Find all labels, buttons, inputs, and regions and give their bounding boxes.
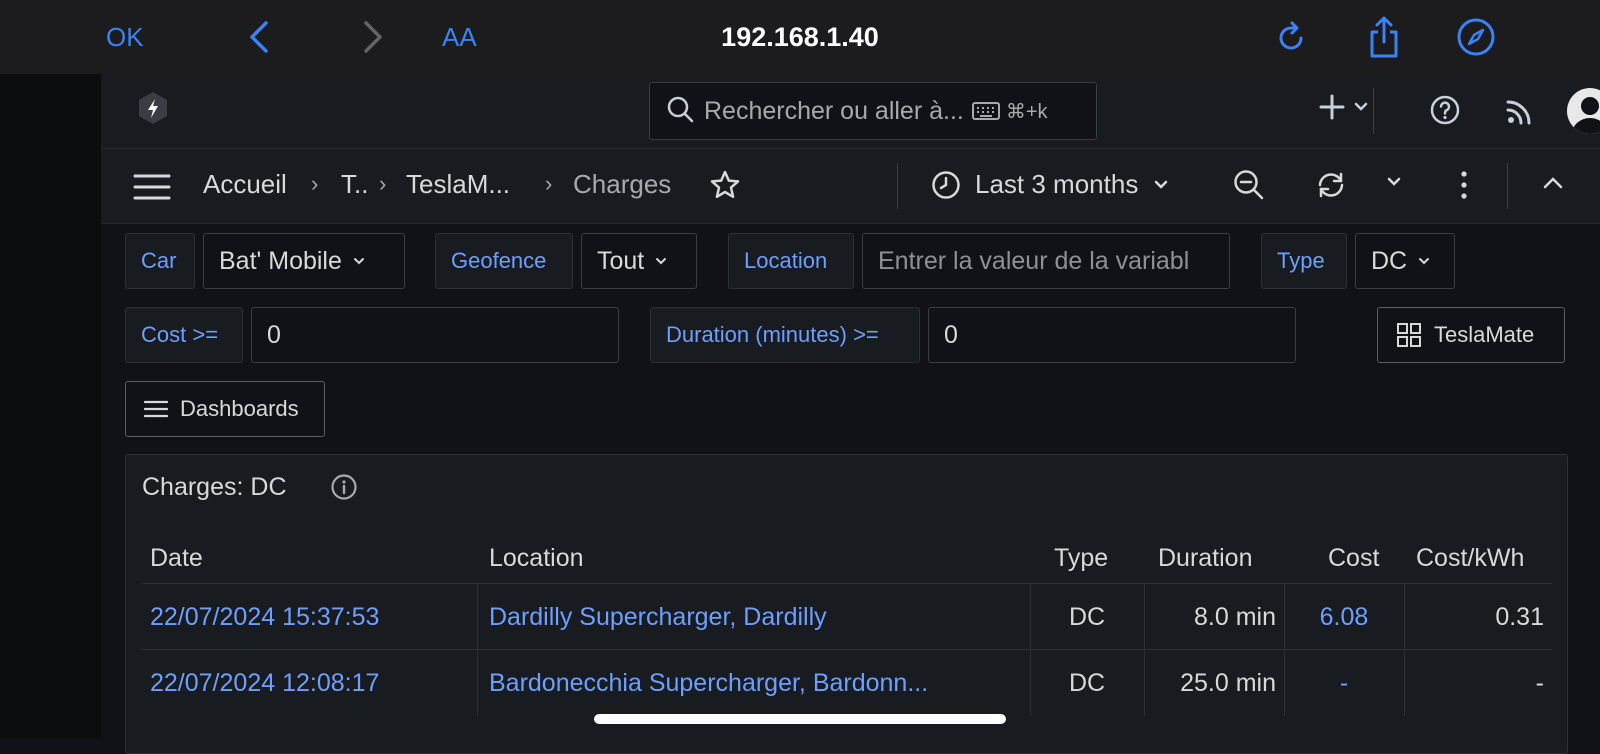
zoom-out-icon[interactable] <box>1233 169 1265 206</box>
divider <box>1507 163 1508 209</box>
type-select[interactable]: DC <box>1355 233 1455 289</box>
geofence-select[interactable]: Tout <box>581 233 697 289</box>
cell-divider <box>477 584 478 650</box>
breadcrumb-teslamate[interactable]: TeslaM... <box>406 169 510 200</box>
search-input[interactable]: Rechercher ou aller à... ⌘+k <box>649 82 1097 140</box>
dashboards-menu-label: Dashboards <box>180 396 299 421</box>
chevron-down-icon <box>656 258 667 265</box>
cost-input[interactable]: 0 <box>251 307 619 363</box>
chevron-up-icon[interactable] <box>1541 175 1565 196</box>
dashboard-navbar: Accueil › T.. › TeslaM... › Charges Last… <box>101 149 1600 224</box>
search-shortcut-text: ⌘+k <box>1005 100 1048 123</box>
compass-icon[interactable] <box>1456 14 1496 60</box>
variable-label-type: Type <box>1261 233 1347 289</box>
browser-toolbar: OK AA 192.168.1.40 <box>0 0 1600 74</box>
table-row: 22/07/2024 15:37:53 Dardilly Supercharge… <box>142 583 1552 650</box>
search-placeholder: Rechercher ou aller à... <box>704 96 964 125</box>
charge-duration: 8.0 min <box>1194 602 1276 631</box>
column-header-cost[interactable]: Cost <box>1328 533 1379 583</box>
share-icon[interactable] <box>1366 14 1402 60</box>
variable-label-car: Car <box>125 233 195 289</box>
url-field[interactable]: 192.168.1.40 <box>0 14 1600 60</box>
apps-grid-icon <box>1397 323 1421 347</box>
clock-icon <box>932 170 960 199</box>
column-header-location[interactable]: Location <box>489 533 584 583</box>
chevron-down-icon[interactable] <box>1385 175 1403 193</box>
breadcrumb-home[interactable]: Accueil <box>203 169 287 200</box>
chevron-down-icon <box>353 258 364 265</box>
car-select-value: Bat' Mobile <box>219 246 342 275</box>
charge-date-link[interactable]: 22/07/2024 15:37:53 <box>142 584 477 650</box>
time-range-picker[interactable]: Last 3 months <box>931 169 1170 200</box>
duration-input-value: 0 <box>944 320 958 349</box>
chevron-down-icon <box>1354 102 1368 111</box>
news-feed-icon[interactable] <box>1505 96 1535 131</box>
variable-label-location: Location <box>728 233 854 289</box>
type-select-value: DC <box>1371 246 1408 275</box>
chevron-down-icon <box>1419 258 1430 265</box>
breadcrumb-folder[interactable]: T.. <box>341 169 368 200</box>
search-icon <box>666 95 694 128</box>
teslamate-link-label: TeslaMate <box>1434 322 1535 347</box>
help-icon[interactable] <box>1429 94 1461 131</box>
left-gutter <box>0 74 101 738</box>
chevron-down-icon <box>1155 180 1168 189</box>
divider <box>1373 88 1374 134</box>
cost-input-value: 0 <box>267 320 281 349</box>
user-avatar[interactable] <box>1567 88 1600 134</box>
charge-cost-link[interactable]: 6.08 <box>1284 584 1404 650</box>
variable-label-duration: Duration (minutes) >= <box>650 307 920 363</box>
panel-title: Charges: DC <box>142 473 287 501</box>
column-header-date[interactable]: Date <box>150 533 203 583</box>
star-icon[interactable] <box>709 169 741 206</box>
column-header-duration[interactable]: Duration <box>1158 533 1253 583</box>
menu-icon <box>144 400 168 418</box>
charge-location-link[interactable]: Dardilly Supercharger, Dardilly <box>481 584 1029 650</box>
time-range-label: Last 3 months <box>975 169 1139 199</box>
reload-icon[interactable] <box>1276 14 1306 60</box>
breadcrumb-separator: › <box>379 171 387 196</box>
breadcrumb-separator: › <box>311 171 319 196</box>
column-header-cost-per-kwh[interactable]: Cost/kWh <box>1416 533 1534 583</box>
variable-label-cost: Cost >= <box>125 307 243 363</box>
grafana-logo-icon[interactable] <box>135 90 171 126</box>
teslamate-link-button[interactable]: TeslaMate <box>1377 307 1565 363</box>
keyboard-icon <box>971 102 1000 120</box>
add-menu-button[interactable] <box>1319 94 1369 120</box>
refresh-icon[interactable] <box>1315 169 1347 206</box>
charge-type: DC <box>1068 602 1106 631</box>
cell-divider <box>477 650 478 716</box>
grafana-app: Rechercher ou aller à... ⌘+k Accueil › T… <box>101 74 1600 754</box>
geofence-select-value: Tout <box>597 246 645 275</box>
charges-table-panel: Charges: DC Date Location Type Duration … <box>125 454 1568 754</box>
charge-duration: 25.0 min <box>1180 668 1276 697</box>
charge-type: DC <box>1068 668 1106 697</box>
charge-date-link[interactable]: 22/07/2024 12:08:17 <box>142 650 477 716</box>
dashboards-menu-button[interactable]: Dashboards <box>125 381 325 437</box>
menu-icon[interactable] <box>133 173 171 206</box>
location-input[interactable]: Entrer la valeur de la variabl <box>862 233 1230 289</box>
divider <box>897 163 898 209</box>
table-row: 22/07/2024 12:08:17 Bardonecchia Superch… <box>142 649 1552 716</box>
column-header-type[interactable]: Type <box>1054 533 1108 583</box>
topbar: Rechercher ou aller à... ⌘+k <box>101 74 1600 149</box>
charge-cost-per-kwh: 0.31 <box>1495 602 1544 631</box>
location-input-placeholder: Entrer la valeur de la variabl <box>878 246 1190 275</box>
breadcrumb-current: Charges <box>573 169 672 199</box>
info-icon[interactable] <box>330 473 358 506</box>
duration-input[interactable]: 0 <box>928 307 1296 363</box>
search-shortcut: ⌘+k <box>971 99 1048 124</box>
plus-icon <box>1319 94 1345 120</box>
variable-label-geofence: Geofence <box>435 233 573 289</box>
charge-cost-link[interactable]: - <box>1284 650 1404 716</box>
charge-cost-per-kwh: - <box>1535 668 1544 697</box>
more-options-icon[interactable] <box>1457 167 1471 208</box>
home-indicator <box>594 714 1006 724</box>
charge-location-link[interactable]: Bardonecchia Supercharger, Bardonn... <box>481 650 1029 716</box>
car-select[interactable]: Bat' Mobile <box>203 233 405 289</box>
breadcrumb-separator: › <box>545 171 553 196</box>
